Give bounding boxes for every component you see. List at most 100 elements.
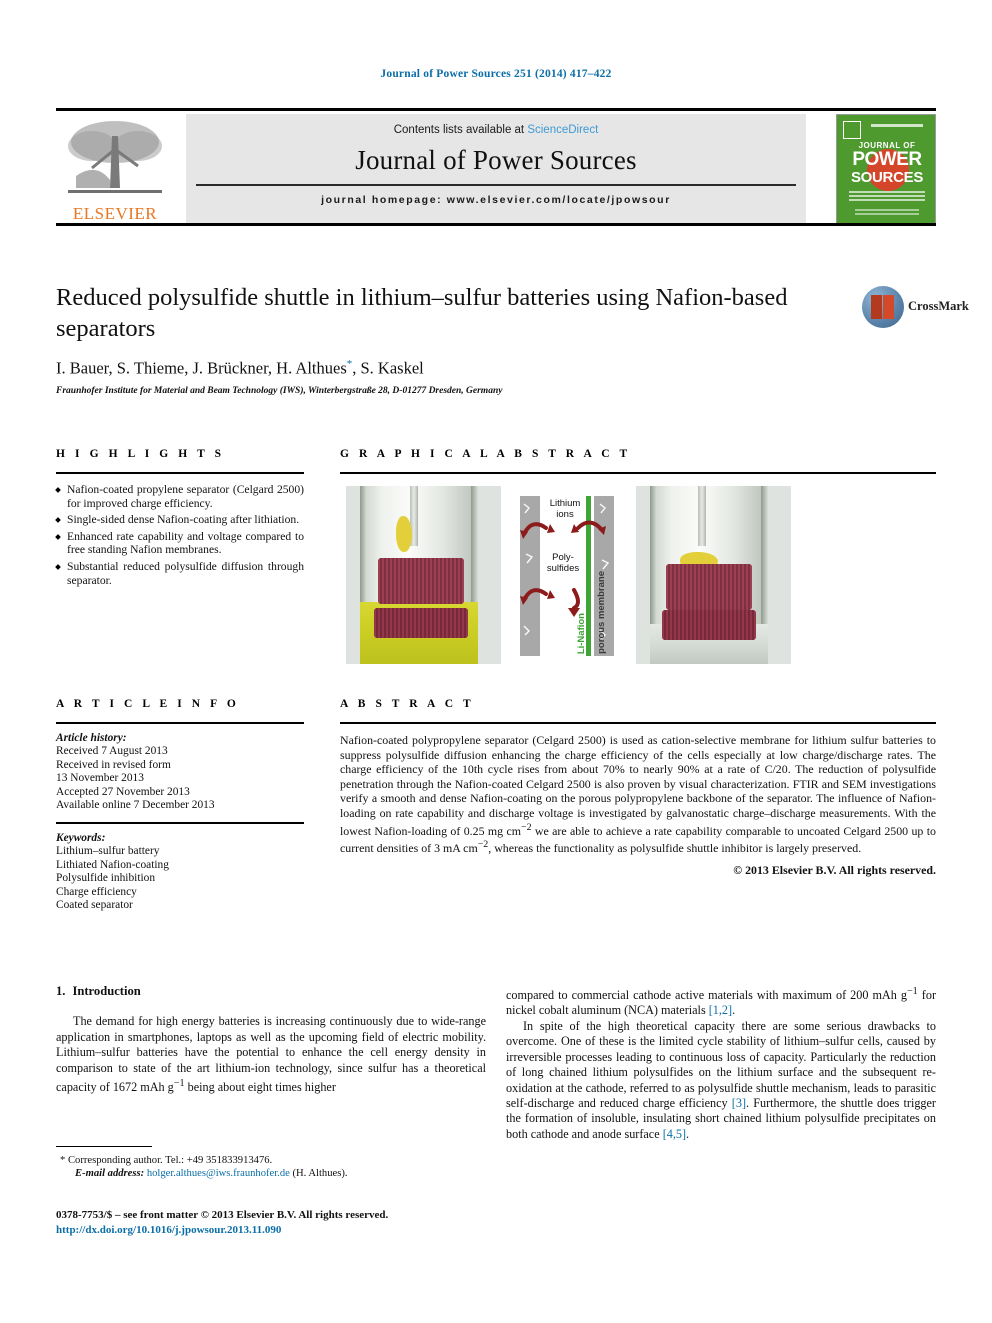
vial-cork-bottom-right	[662, 610, 756, 640]
highlights-heading: H I G H L I G H T S	[56, 448, 225, 460]
schematic-label-lithium-ions: Lithium ions	[549, 498, 581, 520]
graphical-abstract-section: G R A P H I C A L A B S T R A C T Lithiu…	[340, 448, 936, 664]
issn-line: 0378-7753/$ – see front matter © 2013 El…	[56, 1209, 389, 1221]
affiliation: Fraunhofer Institute for Material and Be…	[56, 385, 503, 396]
title-block: Reduced polysulfide shuttle in lithium–s…	[56, 282, 856, 396]
body-column-left: 1. Introduction The demand for high energ…	[56, 984, 486, 1096]
graphical-abstract-figure: Lithium ions Poly-sulfides Li-Nafion por…	[340, 486, 936, 664]
keyword-item: Coated separator	[56, 898, 133, 911]
history-item: Received 7 August 2013	[56, 745, 168, 758]
intro-p1-sup: −1	[173, 1078, 185, 1090]
intro-p1-b: being about eight times higher	[184, 1080, 336, 1095]
list-item: Single-sided dense Nafion-coating after …	[56, 513, 304, 527]
abstract-sup-2: −2	[477, 839, 489, 851]
keyword-item: Polysulfide inhibition	[56, 872, 156, 885]
section-title: Introduction	[72, 984, 141, 998]
cover-sources-text: SOURCES	[850, 169, 924, 186]
vial-photo-left	[346, 486, 501, 664]
abstract-copyright: © 2013 Elsevier B.V. All rights reserved…	[733, 862, 936, 877]
section-heading-introduction: 1. Introduction	[56, 984, 486, 999]
article-info-heading: A R T I C L E I N F O	[56, 698, 240, 710]
masthead-top-rule	[56, 108, 936, 111]
citation-ref-4-5[interactable]: [4,5]	[663, 1127, 686, 1141]
running-head: Journal of Power Sources 251 (2014) 417–…	[380, 68, 612, 80]
cover-footer-lines	[855, 209, 919, 217]
list-item: Enhanced rate capability and voltage com…	[56, 530, 304, 557]
abstract-part-3: , whereas the functionality as polysulfi…	[488, 841, 862, 856]
keyword-item: Lithium–sulfur battery	[56, 845, 160, 858]
page-footer: 0378-7753/$ – see front matter © 2013 El…	[56, 1208, 616, 1237]
abstract-sup-1: −2	[520, 821, 532, 833]
journal-masthead: ELSEVIER Contents lists available at Sci…	[56, 108, 936, 226]
elsevier-tree-icon	[68, 121, 162, 193]
contents-line: Contents lists available at ScienceDirec…	[186, 124, 806, 136]
highlights-section: H I G H L I G H T S Nafion-coated propyl…	[56, 448, 304, 590]
paper-page: Journal of Power Sources 251 (2014) 417–…	[0, 0, 992, 1323]
authors-text: I. Bauer, S. Thieme, J. Brückner, H. Alt…	[56, 358, 347, 378]
article-info-rule	[56, 722, 304, 724]
crossmark-book-left-icon	[871, 295, 882, 319]
section-number: 1.	[56, 984, 66, 998]
citation-ref-1-2[interactable]: [1,2]	[709, 1003, 732, 1017]
keyword-item: Lithiated Nafion-coating	[56, 858, 169, 871]
history-item: Available online 7 December 2013	[56, 799, 215, 812]
article-info-section: A R T I C L E I N F O Article history: R…	[56, 698, 304, 912]
highlights-rule	[56, 472, 304, 474]
sciencedirect-link[interactable]: ScienceDirect	[527, 124, 598, 136]
cover-power-text: POWER	[852, 149, 922, 170]
abstract-section: A B S T R A C T Nafion-coated polypropyl…	[340, 698, 936, 878]
journal-homepage-link[interactable]: journal homepage: www.elsevier.com/locat…	[186, 194, 806, 206]
contents-prefix: Contents lists available at	[393, 124, 525, 136]
abstract-text: Nafion-coated polypropylene separator (C…	[340, 733, 936, 856]
doi-link[interactable]: http://dx.doi.org/10.1016/j.jpowsour.201…	[56, 1223, 616, 1238]
elsevier-logo: ELSEVIER	[56, 114, 174, 226]
intro-p1-cont-a: compared to commercial cathode active ma…	[506, 988, 907, 1003]
list-item: Substantial reduced polysulfide diffusio…	[56, 560, 304, 587]
keywords-block: Keywords: Lithium–sulfur battery Lithiat…	[56, 832, 304, 912]
intro-p2-c: .	[686, 1126, 690, 1141]
crossmark-book-right-icon	[883, 295, 894, 319]
footnote-star: *	[60, 1155, 66, 1167]
abstract-rule	[340, 722, 936, 724]
crossmark-badge[interactable]: CrossMark	[862, 286, 969, 330]
abstract-part-1: Nafion-coated polypropylene separator (C…	[340, 733, 936, 838]
journal-cover-thumbnail: JOURNAL OF POWER SOURCES	[836, 114, 936, 226]
vial-rod-right	[698, 486, 706, 546]
corresponding-author-footnote: * Corresponding author. Tel.: +49 351833…	[56, 1146, 486, 1181]
graphical-abstract-rule	[340, 472, 936, 474]
footnote-email-line: E-mail address: holger.althues@iws.fraun…	[56, 1167, 486, 1180]
schematic-label-porous-membrane: porous membrane	[596, 571, 607, 654]
highlights-list: Nafion-coated propylene separator (Celga…	[56, 483, 304, 587]
keyword-item: Charge efficiency	[56, 885, 137, 898]
list-item: Nafion-coated propylene separator (Celga…	[56, 483, 304, 510]
footnote-rule	[56, 1146, 152, 1148]
footnote-email-label: E-mail address:	[75, 1168, 145, 1180]
vial-photo-right	[636, 486, 791, 664]
crossmark-label: CrossMark	[908, 299, 969, 313]
abstract-heading: A B S T R A C T	[340, 698, 475, 710]
intro-paragraph-1: The demand for high energy batteries is …	[56, 1014, 486, 1095]
vial-cork-bottom-left	[374, 608, 468, 638]
cover-logo-box	[843, 121, 861, 139]
history-item: Accepted 27 November 2013	[56, 785, 190, 798]
article-history: Article history: Received 7 August 2013 …	[56, 732, 304, 812]
elsevier-wordmark: ELSEVIER	[72, 204, 158, 223]
page-title: Reduced polysulfide shuttle in lithium–s…	[56, 284, 788, 342]
author-list: I. Bauer, S. Thieme, J. Brückner, H. Alt…	[56, 358, 856, 379]
intro-p1-cont-c: .	[732, 1003, 736, 1018]
keywords-label: Keywords:	[56, 831, 106, 844]
article-history-label: Article history:	[56, 732, 127, 744]
vial-cork-top-right	[666, 564, 752, 610]
intro-paragraph-1-cont: compared to commercial cathode active ma…	[506, 984, 936, 1019]
vial-yellow-deposit	[396, 516, 412, 552]
graphical-abstract-heading: G R A P H I C A L A B S T R A C T	[340, 448, 631, 460]
vial-cork-top-left	[378, 558, 464, 604]
citation-ref-3[interactable]: [3]	[732, 1096, 746, 1110]
history-item: 13 November 2013	[56, 772, 144, 785]
footnote-corresponding-line: * Corresponding author. Tel.: +49 351833…	[56, 1154, 486, 1167]
cover-subtitle-lines	[849, 191, 925, 203]
cover-top-line	[871, 124, 923, 127]
footnote-corresponding-text: Corresponding author. Tel.: +49 35183391…	[67, 1155, 273, 1167]
schematic-label-polysulfides: Poly-sulfides	[546, 552, 580, 574]
footnote-email-link[interactable]: holger.althues@iws.fraunhofer.de	[147, 1168, 290, 1179]
